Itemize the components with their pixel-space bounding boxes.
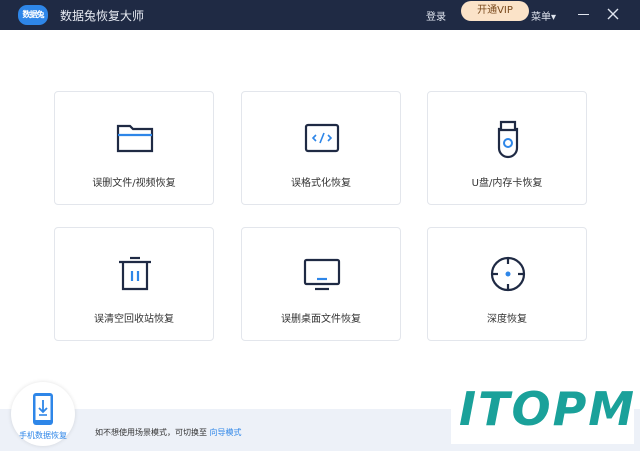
close-icon bbox=[607, 8, 619, 20]
trash-icon bbox=[119, 256, 151, 291]
code-window-icon bbox=[304, 123, 340, 153]
close-button[interactable] bbox=[603, 4, 623, 24]
card-usb-recovery[interactable]: U盘/内存卡恢复 bbox=[427, 91, 587, 205]
card-desktop-files-recovery[interactable]: 误删桌面文件恢复 bbox=[241, 227, 401, 341]
card-deep-recovery[interactable]: 深度恢复 bbox=[427, 227, 587, 341]
phone-recovery-label: 手机数据恢复 bbox=[19, 431, 67, 440]
phone-recovery-button[interactable]: 手机数据恢复 bbox=[11, 382, 75, 446]
menu-button[interactable]: 菜单▾ bbox=[531, 8, 556, 23]
mode-hint: 如不想使用场景模式，可切换至 向导模式 bbox=[95, 427, 242, 438]
watermark-text: ITOPM bbox=[459, 382, 637, 436]
app-title: 数据兔恢复大师 bbox=[60, 9, 145, 23]
card-label: 深度恢复 bbox=[487, 314, 527, 325]
monitor-icon bbox=[303, 258, 341, 291]
card-label: 误清空回收站恢复 bbox=[94, 314, 174, 325]
minimize-button[interactable] bbox=[578, 14, 589, 15]
title-bar: 数据兔 数据兔恢复大师 登录 开通VIP 菜单▾ bbox=[0, 0, 640, 30]
app-logo: 数据兔 bbox=[18, 5, 48, 25]
card-label: U盘/内存卡恢复 bbox=[471, 178, 543, 189]
vip-button[interactable]: 开通VIP bbox=[461, 1, 529, 21]
usb-drive-icon bbox=[497, 120, 519, 159]
card-label: 误格式化恢复 bbox=[291, 178, 351, 189]
login-button[interactable]: 登录 bbox=[426, 8, 446, 23]
phone-download-icon bbox=[33, 393, 53, 425]
card-label: 误删文件/视频恢复 bbox=[92, 178, 176, 189]
card-recycle-bin-recovery[interactable]: 误清空回收站恢复 bbox=[54, 227, 214, 341]
target-icon bbox=[490, 256, 526, 292]
mode-hint-text: 如不想使用场景模式，可切换至 bbox=[95, 428, 207, 437]
wizard-mode-link[interactable]: 向导模式 bbox=[210, 428, 242, 437]
card-format-recovery[interactable]: 误格式化恢复 bbox=[241, 91, 401, 205]
card-label: 误删桌面文件恢复 bbox=[281, 314, 361, 325]
folder-icon bbox=[116, 124, 154, 153]
watermark: ITOPM bbox=[451, 380, 634, 444]
card-deleted-files-recovery[interactable]: 误删文件/视频恢复 bbox=[54, 91, 214, 205]
